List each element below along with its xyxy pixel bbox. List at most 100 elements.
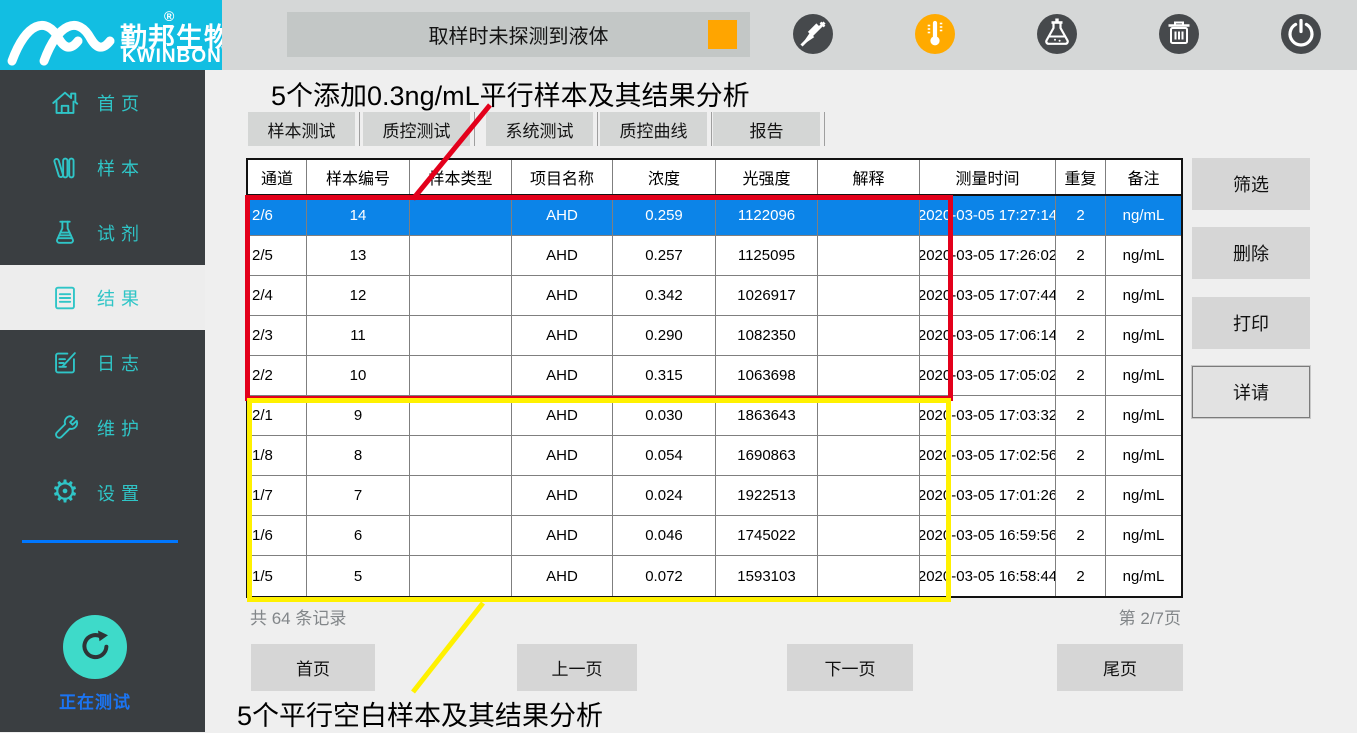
- table-cell: AHD: [512, 516, 613, 555]
- table-row[interactable]: 2/311AHD0.29010823502020-03-05 17:06:142…: [248, 316, 1181, 356]
- table-cell: 2020-03-05 16:59:56: [920, 516, 1056, 555]
- top-bar: ® 勤邦生物 KWINBON 取样时未探测到液体: [0, 0, 1357, 70]
- table-cell: [410, 236, 512, 275]
- table-cell: AHD: [512, 236, 613, 275]
- column-header: 解释: [818, 160, 920, 194]
- status-warning-indicator: [708, 20, 737, 49]
- table-cell: AHD: [512, 556, 613, 596]
- table-cell: 1/7: [248, 476, 307, 515]
- column-header: 通道: [248, 160, 307, 194]
- table-row[interactable]: 1/88AHD0.05416908632020-03-05 17:02:562n…: [248, 436, 1181, 476]
- table-cell: 0.259: [613, 196, 716, 235]
- table-cell: 2: [1056, 516, 1106, 555]
- column-header: 光强度: [716, 160, 818, 194]
- tab-divider: [474, 112, 475, 146]
- sidebar-item-label: 日志: [97, 350, 145, 376]
- table-row[interactable]: 1/77AHD0.02419225132020-03-05 17:01:262n…: [248, 476, 1181, 516]
- reagent-icon: [48, 216, 82, 250]
- table-cell: 2: [1056, 196, 1106, 235]
- filter-button[interactable]: 筛选: [1192, 158, 1310, 210]
- table-cell: 7: [307, 476, 410, 515]
- top-annotation-text: 5个添加0.3ng/mL平行样本及其结果分析: [271, 74, 750, 113]
- table-row[interactable]: 1/66AHD0.04617450222020-03-05 16:59:562n…: [248, 516, 1181, 556]
- column-header: 重复: [1056, 160, 1106, 194]
- table-cell: 2: [1056, 476, 1106, 515]
- next-page-button[interactable]: 下一页: [787, 644, 913, 691]
- sidebar-item-home[interactable]: 首页: [0, 70, 205, 135]
- table-cell: 2020-03-05 16:58:44: [920, 556, 1056, 596]
- table-cell: 13: [307, 236, 410, 275]
- sidebar-item-results[interactable]: 结果: [0, 265, 205, 330]
- tab-qc-test[interactable]: 质控测试: [363, 112, 470, 146]
- table-cell: 1063698: [716, 356, 818, 395]
- table-cell: 2020-03-05 17:03:32: [920, 396, 1056, 435]
- table-row[interactable]: 2/412AHD0.34210269172020-03-05 17:07:442…: [248, 276, 1181, 316]
- dropper-disabled-icon[interactable]: [793, 14, 833, 54]
- prev-page-button[interactable]: 上一页: [517, 644, 637, 691]
- home-icon: [48, 86, 82, 120]
- table-cell: [410, 316, 512, 355]
- tab-sample-test[interactable]: 样本测试: [248, 112, 355, 146]
- table-cell: 0.054: [613, 436, 716, 475]
- table-cell: 2: [1056, 236, 1106, 275]
- last-page-button[interactable]: 尾页: [1057, 644, 1183, 691]
- table-cell: 12: [307, 276, 410, 315]
- thermometer-icon[interactable]: [915, 14, 955, 54]
- table-cell: 1690863: [716, 436, 818, 475]
- sidebar-item-label: 试剂: [97, 220, 145, 246]
- sidebar-item-sample[interactable]: 样本: [0, 135, 205, 200]
- table-cell: 2/1: [248, 396, 307, 435]
- tab-qc-curve[interactable]: 质控曲线: [600, 112, 707, 146]
- table-cell: AHD: [512, 436, 613, 475]
- table-cell: [818, 276, 920, 315]
- brand-logo: ® 勤邦生物 KWINBON: [0, 0, 222, 70]
- tab-report[interactable]: 报告: [713, 112, 820, 146]
- table-cell: ng/mL: [1106, 436, 1181, 475]
- table-cell: 2/4: [248, 276, 307, 315]
- table-row[interactable]: 2/513AHD0.25711250952020-03-05 17:26:022…: [248, 236, 1181, 276]
- brand-name-en: KWINBON: [122, 46, 222, 68]
- tab-system-test[interactable]: 系统测试: [486, 112, 593, 146]
- details-button[interactable]: 详请: [1192, 366, 1310, 418]
- trash-icon[interactable]: [1159, 14, 1199, 54]
- table-cell: 11: [307, 316, 410, 355]
- table-row[interactable]: 2/19AHD0.03018636432020-03-05 17:03:322n…: [248, 396, 1181, 436]
- results-table: 通道样本编号样本类型项目名称浓度光强度解释测量时间重复备注2/614AHD0.2…: [246, 158, 1183, 598]
- sidebar-item-maintenance[interactable]: 维护: [0, 395, 205, 460]
- table-cell: [410, 436, 512, 475]
- yellow-annotation-line: [413, 603, 483, 692]
- table-row[interactable]: 1/55AHD0.07215931032020-03-05 16:58:442n…: [248, 556, 1181, 596]
- column-header: 样本编号: [307, 160, 410, 194]
- table-cell: 8: [307, 436, 410, 475]
- table-row[interactable]: 2/614AHD0.25911220962020-03-05 17:27:142…: [248, 196, 1181, 236]
- table-cell: ng/mL: [1106, 236, 1181, 275]
- sidebar-item-log[interactable]: 日志: [0, 330, 205, 395]
- table-cell: 0.290: [613, 316, 716, 355]
- print-button[interactable]: 打印: [1192, 297, 1310, 349]
- power-icon[interactable]: [1281, 14, 1321, 54]
- table-cell: 5: [307, 556, 410, 596]
- table-cell: 2020-03-05 17:01:26: [920, 476, 1056, 515]
- sidebar-item-reagent[interactable]: 试剂: [0, 200, 205, 265]
- delete-button[interactable]: 删除: [1192, 227, 1310, 279]
- table-cell: AHD: [512, 356, 613, 395]
- table-cell: ng/mL: [1106, 396, 1181, 435]
- table-cell: 1082350: [716, 316, 818, 355]
- table-cell: ng/mL: [1106, 196, 1181, 235]
- flask-icon[interactable]: [1037, 14, 1077, 54]
- table-header-row: 通道样本编号样本类型项目名称浓度光强度解释测量时间重复备注: [248, 160, 1181, 196]
- sidebar-divider: [22, 540, 178, 543]
- page-info-label: 第 2/7页: [1119, 604, 1181, 629]
- status-message: 取样时未探测到液体: [429, 20, 609, 49]
- refresh-running-icon[interactable]: [63, 615, 127, 679]
- table-cell: [818, 356, 920, 395]
- first-page-button[interactable]: 首页: [251, 644, 375, 691]
- table-row[interactable]: 2/210AHD0.31510636982020-03-05 17:05:022…: [248, 356, 1181, 396]
- table-cell: 2020-03-05 17:07:44: [920, 276, 1056, 315]
- table-cell: 2: [1056, 396, 1106, 435]
- table-cell: [410, 476, 512, 515]
- table-cell: 2020-03-05 17:02:56: [920, 436, 1056, 475]
- table-cell: 1/6: [248, 516, 307, 555]
- sidebar-item-settings[interactable]: ⚙设置: [0, 460, 205, 525]
- table-cell: 0.030: [613, 396, 716, 435]
